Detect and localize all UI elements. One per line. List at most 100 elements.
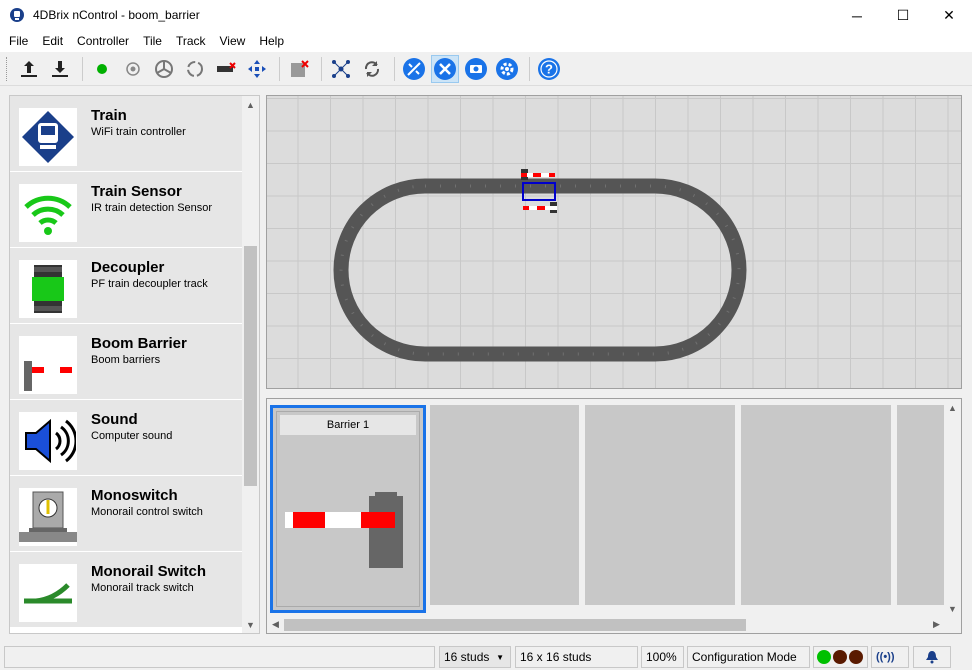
track-canvas[interactable]	[266, 95, 962, 389]
monorail-switch-icon	[19, 564, 77, 622]
scroll-down-icon[interactable]: ▼	[242, 616, 259, 633]
tile-empty[interactable]	[430, 405, 579, 605]
app-logo-icon	[10, 8, 24, 22]
green-dot-icon	[97, 64, 107, 74]
chevron-down-icon: ▼	[496, 652, 504, 662]
component-palette: Train WiFi train controller Train Sensor…	[9, 95, 260, 634]
notification-button[interactable]	[913, 646, 951, 668]
boom-barrier-icon	[285, 492, 403, 568]
boom-barrier-bottom[interactable]	[523, 202, 557, 213]
zoom-level: 100%	[641, 646, 684, 668]
scroll-left-icon[interactable]: ◀	[267, 616, 284, 633]
maximize-button[interactable]: ☐	[880, 0, 926, 31]
boom-barrier-top[interactable]	[521, 169, 555, 180]
camera-icon	[465, 58, 487, 80]
wifi-sensor-icon	[19, 184, 77, 242]
toolbar-separator	[394, 57, 395, 81]
toolbar-grip[interactable]	[6, 57, 9, 81]
download-button[interactable]	[46, 55, 74, 83]
dark-red-light-icon	[849, 650, 863, 664]
network-icon	[332, 60, 350, 78]
toolbar-separator	[529, 57, 530, 81]
palette-item-name: Train	[91, 107, 127, 124]
window-title: 4DBrix nControl - boom_barrier	[33, 8, 200, 22]
help-button[interactable]: ?	[535, 55, 563, 83]
scroll-right-icon[interactable]: ▶	[928, 616, 945, 633]
palette-item-train[interactable]: Train WiFi train controller	[10, 96, 243, 172]
tile-size-label: 16 x 16 studs	[515, 646, 638, 668]
add-crossing-button[interactable]	[243, 55, 271, 83]
scroll-up-icon[interactable]: ▲	[242, 96, 259, 113]
palette-scrollbar[interactable]: ▲ ▼	[242, 96, 259, 633]
cross-arrows-icon	[248, 60, 266, 78]
scroll-up-icon[interactable]: ▲	[944, 399, 961, 416]
toolbar-separator	[321, 57, 322, 81]
palette-scroll-thumb[interactable]	[244, 246, 257, 486]
title-bar: 4DBrix nControl - boom_barrier ─ ☐ ✕	[0, 0, 972, 31]
palette-item-desc: Boom barriers	[91, 354, 161, 366]
add-junction-button[interactable]	[150, 55, 178, 83]
delete-button[interactable]	[285, 55, 313, 83]
palette-item-sound[interactable]: Sound Computer sound	[10, 400, 243, 476]
menu-file[interactable]: File	[0, 31, 35, 52]
palette-item-desc: WiFi train controller	[91, 126, 186, 138]
tile-empty[interactable]	[585, 405, 735, 605]
configuration-mode-button[interactable]	[431, 55, 459, 83]
hscroll-thumb[interactable]	[284, 619, 746, 631]
menu-track[interactable]: Track	[169, 31, 213, 52]
settings-icon	[496, 58, 518, 80]
tile-barrier-1[interactable]: Barrier 1	[270, 405, 426, 613]
palette-item-name: Train Sensor	[91, 183, 182, 200]
toolbar-separator	[279, 57, 280, 81]
palette-item-desc: Monorail control switch	[91, 506, 203, 518]
tile-panel-vscrollbar[interactable]: ▲ ▼	[944, 399, 961, 617]
speaker-icon	[19, 412, 77, 470]
add-decoupler-button[interactable]	[212, 55, 240, 83]
menu-edit[interactable]: Edit	[35, 31, 70, 52]
scroll-down-icon[interactable]: ▼	[944, 600, 961, 617]
refresh-icon	[364, 61, 380, 77]
palette-item-monorail-switch[interactable]: Monorail Switch Monorail track switch	[10, 552, 243, 628]
palette-item-name: Boom Barrier	[91, 335, 187, 352]
circle-arrows-icon	[187, 61, 203, 77]
broadcast-button[interactable]: ((•))	[871, 646, 909, 668]
menu-tile[interactable]: Tile	[136, 31, 169, 52]
palette-item-desc: Monorail track switch	[91, 582, 194, 594]
status-message	[4, 646, 435, 668]
add-sensor-button[interactable]	[119, 55, 147, 83]
tile-empty[interactable]	[741, 405, 891, 605]
palette-item-desc: IR train detection Sensor	[91, 202, 213, 214]
dark-red-light-icon	[833, 650, 847, 664]
tile-empty[interactable]	[897, 405, 945, 605]
upload-icon	[21, 61, 37, 77]
triple-arrows-icon	[155, 60, 173, 78]
minimize-button[interactable]: ─	[834, 0, 880, 31]
menu-controller[interactable]: Controller	[70, 31, 136, 52]
green-light-icon	[817, 650, 831, 664]
tile-panel-hscrollbar[interactable]: ◀ ▶	[267, 616, 945, 633]
palette-item-train-sensor[interactable]: Train Sensor IR train detection Sensor	[10, 172, 243, 248]
settings-button[interactable]	[493, 55, 521, 83]
add-train-button[interactable]	[88, 55, 116, 83]
add-loop-button[interactable]	[181, 55, 209, 83]
no-connection-icon	[403, 58, 425, 80]
download-icon	[52, 61, 68, 77]
camera-button[interactable]	[462, 55, 490, 83]
palette-item-desc: Computer sound	[91, 430, 173, 442]
svg-text:?: ?	[545, 62, 553, 77]
tile-panel: Barrier 1 ▲ ▼ ◀ ▶	[266, 398, 962, 634]
oval-track[interactable]	[333, 178, 747, 362]
palette-item-decoupler[interactable]: Decoupler PF train decoupler track	[10, 248, 243, 324]
grid-size-dropdown[interactable]: 16 studs ▼	[439, 646, 511, 668]
network-button[interactable]	[327, 55, 355, 83]
palette-item-monoswitch[interactable]: Monoswitch Monorail control switch	[10, 476, 243, 552]
palette-item-boom-barrier[interactable]: Boom Barrier Boom barriers	[10, 324, 243, 400]
upload-button[interactable]	[15, 55, 43, 83]
palette-item-name: Decoupler	[91, 259, 165, 276]
menu-view[interactable]: View	[213, 31, 253, 52]
refresh-button[interactable]	[358, 55, 386, 83]
menu-help[interactable]: Help	[252, 31, 291, 52]
palette-list: Train WiFi train controller Train Sensor…	[10, 96, 243, 628]
close-button[interactable]: ✕	[926, 0, 972, 31]
disconnect-button[interactable]	[400, 55, 428, 83]
